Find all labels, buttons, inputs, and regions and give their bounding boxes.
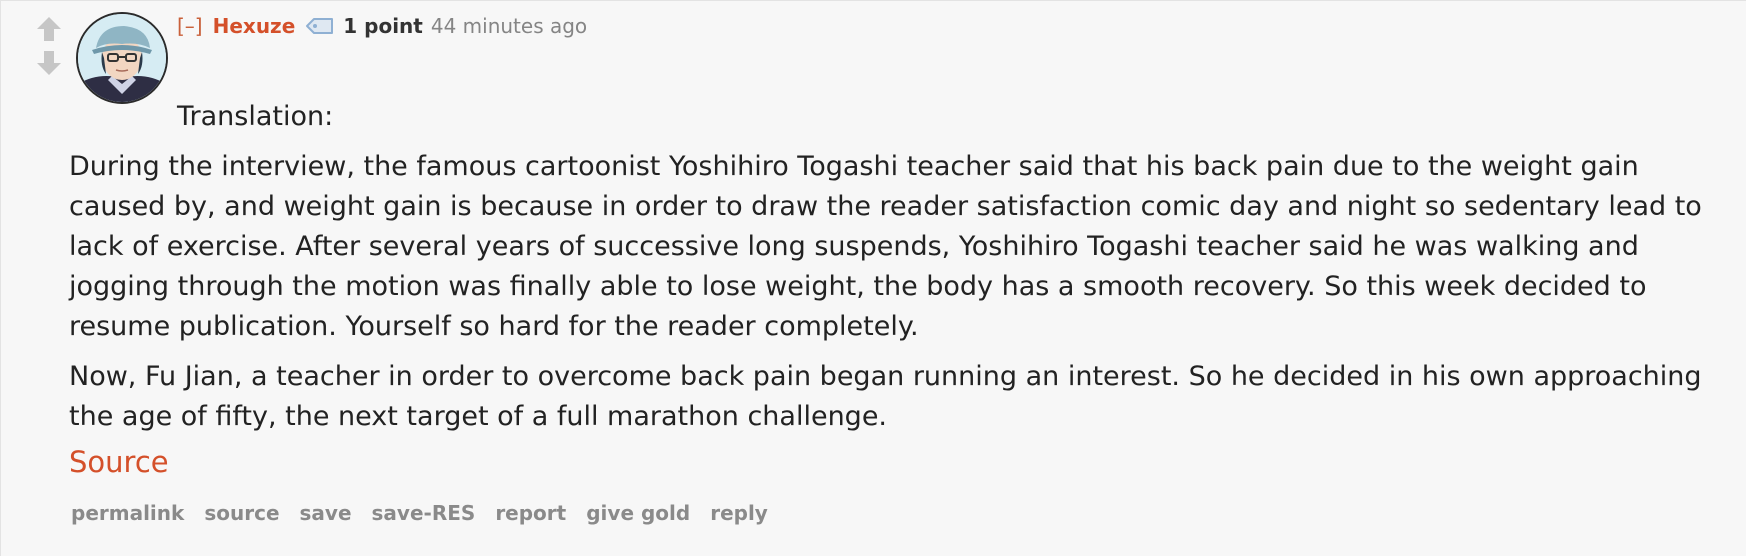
source-button[interactable]: source [204, 501, 279, 525]
vote-controls [31, 15, 67, 79]
comment-timestamp: 44 minutes ago [430, 14, 588, 38]
comment-score: 1 point [343, 14, 423, 38]
save-button[interactable]: save [300, 501, 352, 525]
comment: [–] Hexuze 1 point 44 minutes ago Transl… [0, 0, 1746, 556]
downvote-arrow-icon[interactable] [35, 49, 63, 77]
avatar[interactable] [76, 12, 168, 104]
save-res-button[interactable]: save-RES [372, 501, 476, 525]
give-gold-button[interactable]: give gold [586, 501, 690, 525]
comment-body: Translation: During the interview, the f… [69, 97, 1729, 447]
comment-tagline: [–] Hexuze 1 point 44 minutes ago [177, 11, 587, 41]
upvote-arrow-icon[interactable] [35, 15, 63, 43]
comment-action-buttons: permalink source save save-RES report gi… [71, 501, 788, 525]
source-link[interactable]: Source [69, 445, 169, 479]
report-button[interactable]: report [495, 501, 566, 525]
collapse-toggle[interactable]: [–] [177, 14, 203, 38]
comment-paragraph: During the interview, the famous cartoon… [69, 151, 1702, 342]
comment-paragraph: Translation: [177, 101, 334, 132]
permalink-button[interactable]: permalink [71, 501, 184, 525]
reply-button[interactable]: reply [710, 501, 768, 525]
comment-paragraph: Now, Fu Jian, a teacher in order to over… [69, 361, 1702, 432]
avatar-image [78, 14, 166, 102]
user-tag-icon[interactable] [305, 16, 335, 36]
author-link[interactable]: Hexuze [213, 14, 296, 38]
